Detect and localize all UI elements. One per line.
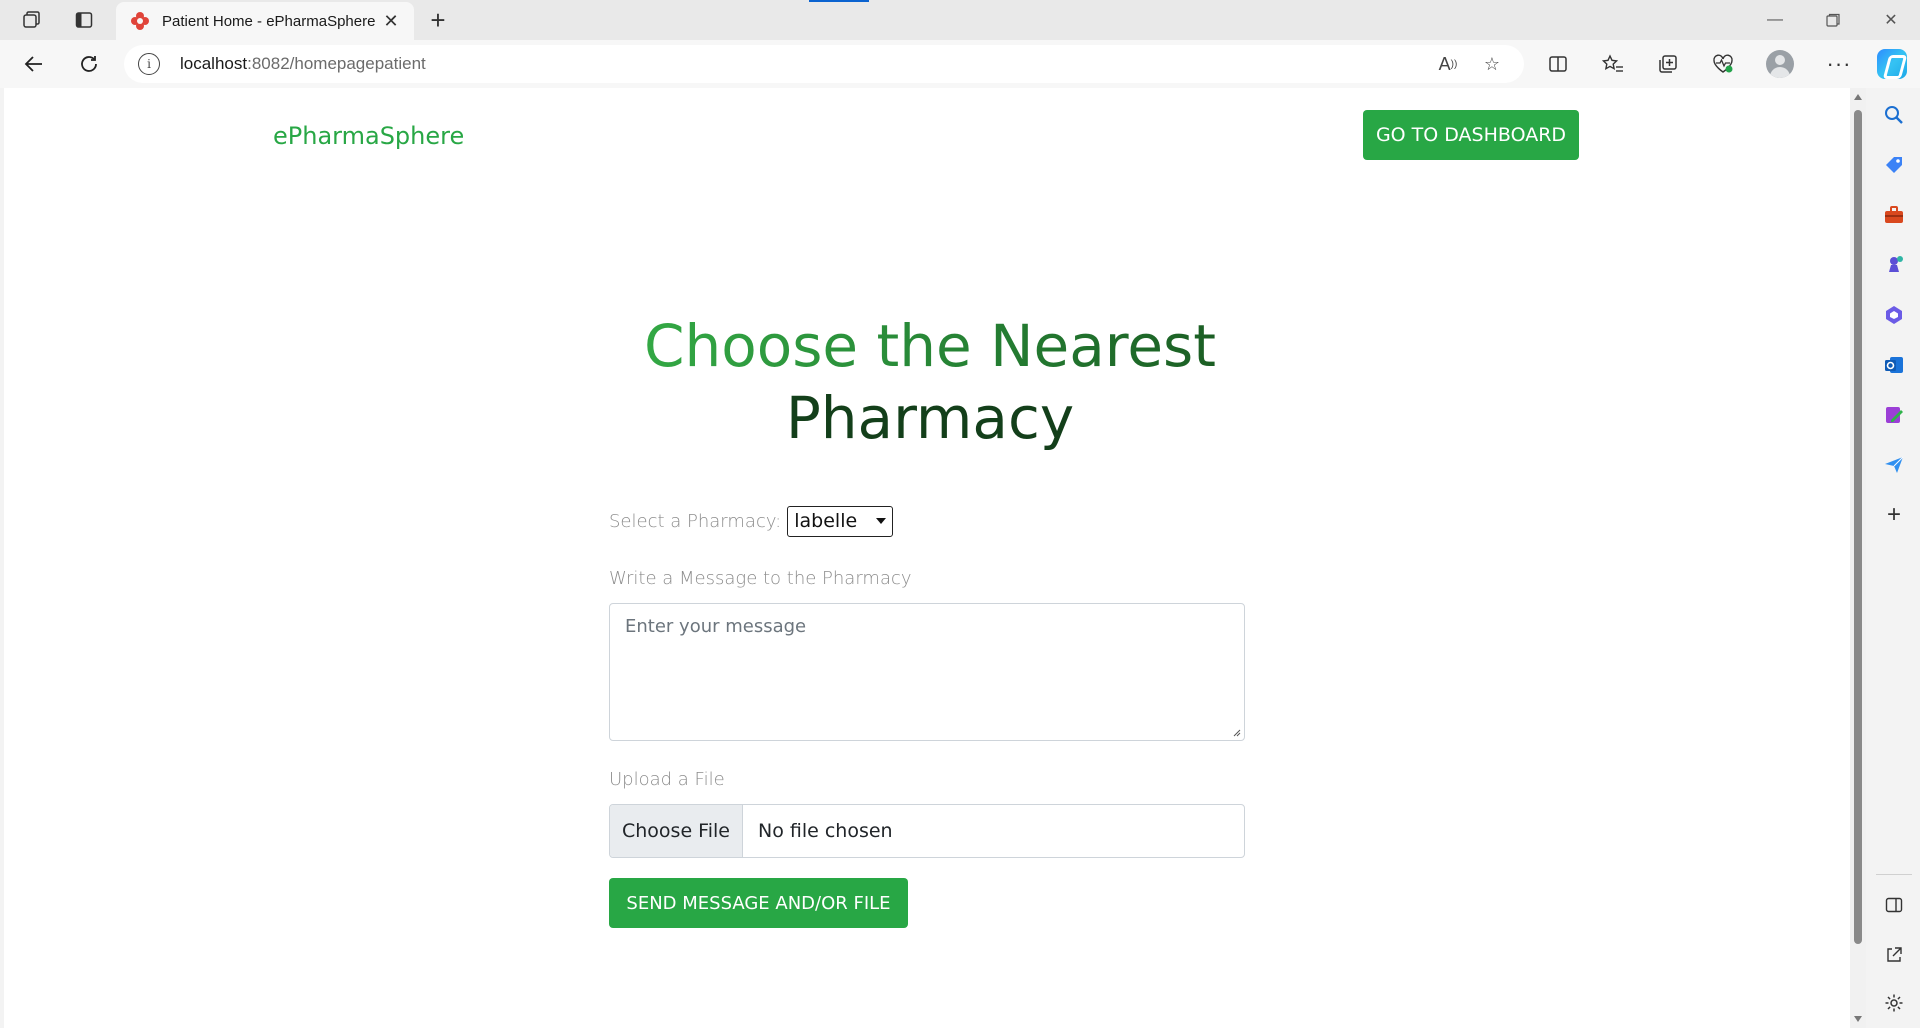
- tools-icon[interactable]: [1880, 201, 1908, 229]
- title-line-1: Choose the Nearest: [643, 312, 1216, 380]
- address-bar[interactable]: i localhost:8082/homepagepatient A)) ☆: [124, 45, 1524, 83]
- close-tab-icon[interactable]: ✕: [380, 10, 402, 32]
- select-pharmacy-label: Select a Pharmacy:: [609, 510, 782, 532]
- read-aloud-icon[interactable]: A)): [1430, 49, 1466, 79]
- file-upload-input[interactable]: Choose File No file chosen: [609, 804, 1245, 858]
- collections-icon[interactable]: [1649, 47, 1687, 81]
- upload-label: Upload a File: [609, 769, 725, 790]
- page-viewport: ePharmaSphere GO TO DASHBOARD Choose the…: [4, 88, 1850, 1028]
- games-icon[interactable]: [1880, 251, 1908, 279]
- message-textarea[interactable]: Enter your message: [609, 603, 1245, 741]
- resize-grip-icon[interactable]: [1231, 727, 1241, 737]
- sidebar-toggle-icon[interactable]: [1880, 891, 1908, 919]
- star-icon[interactable]: ☆: [1474, 49, 1510, 79]
- minimize-icon[interactable]: —: [1746, 0, 1804, 40]
- sidebar-divider: [1876, 874, 1912, 875]
- send-icon[interactable]: [1880, 451, 1908, 479]
- message-placeholder: Enter your message: [625, 616, 807, 637]
- heartbeat-icon[interactable]: [1704, 47, 1742, 81]
- profile-avatar[interactable]: [1766, 50, 1794, 78]
- message-label: Write a Message to the Pharmacy: [609, 568, 912, 589]
- reload-icon[interactable]: [71, 46, 107, 82]
- favorites-icon[interactable]: [1594, 47, 1632, 81]
- url-text[interactable]: localhost:8082/homepagepatient: [180, 54, 1422, 74]
- copilot-icon[interactable]: [1877, 49, 1907, 79]
- back-arrow-icon[interactable]: [16, 46, 52, 82]
- send-message-button[interactable]: SEND MESSAGE AND/OR FILE: [609, 878, 908, 928]
- url-host: localhost: [180, 54, 248, 73]
- go-to-dashboard-button[interactable]: GO TO DASHBOARD: [1363, 110, 1579, 160]
- file-status-text: No file chosen: [758, 820, 893, 842]
- info-icon[interactable]: i: [138, 53, 160, 75]
- message-form: Select a Pharmacy: labelle Write a Messa…: [609, 505, 1245, 928]
- choose-file-button[interactable]: Choose File: [610, 805, 743, 857]
- page-title: Choose the Nearest Pharmacy: [524, 310, 1336, 454]
- close-window-icon[interactable]: ✕: [1862, 0, 1920, 40]
- chevron-down-icon: [876, 518, 887, 524]
- restore-icon[interactable]: [1804, 0, 1862, 40]
- new-tab-icon[interactable]: +: [420, 3, 456, 37]
- tab-strip: Patient Home - ePharmaSphere ✕ + — ✕: [0, 0, 1920, 40]
- page-scrollbar[interactable]: [1850, 88, 1866, 1028]
- ellipsis-icon[interactable]: ···: [1820, 47, 1858, 81]
- search-icon[interactable]: [1880, 101, 1908, 129]
- pharmacy-select[interactable]: labelle: [787, 505, 894, 537]
- scroll-up-icon[interactable]: [1854, 94, 1862, 100]
- settings-icon[interactable]: [1880, 989, 1908, 1017]
- designer-icon[interactable]: [1880, 401, 1908, 429]
- pharmacy-select-row: Select a Pharmacy: labelle: [609, 505, 1245, 537]
- tab-indicator: [809, 0, 869, 2]
- browser-toolbar: i localhost:8082/homepagepatient A)) ☆ ·…: [0, 40, 1920, 88]
- title-line-2: Pharmacy: [785, 384, 1075, 452]
- url-path: :8082/homepagepatient: [247, 54, 426, 73]
- workspaces-icon[interactable]: [14, 3, 50, 37]
- red-cross-icon: [131, 12, 149, 30]
- brand-link[interactable]: ePharmaSphere: [273, 122, 464, 150]
- tab-actions-icon[interactable]: [66, 3, 102, 37]
- active-tab[interactable]: Patient Home - ePharmaSphere ✕: [116, 2, 414, 40]
- add-icon[interactable]: +: [1880, 501, 1908, 529]
- shopping-tag-icon[interactable]: [1880, 151, 1908, 179]
- edge-sidebar: +: [1868, 88, 1920, 1028]
- pharmacy-select-value: labelle: [794, 510, 858, 532]
- scroll-down-icon[interactable]: [1854, 1016, 1862, 1022]
- scrollbar-thumb[interactable]: [1854, 110, 1862, 944]
- split-screen-icon[interactable]: [1539, 47, 1577, 81]
- outlook-icon[interactable]: [1880, 351, 1908, 379]
- external-link-icon[interactable]: [1880, 941, 1908, 969]
- tab-title: Patient Home - ePharmaSphere: [162, 12, 376, 30]
- microsoft365-icon[interactable]: [1880, 301, 1908, 329]
